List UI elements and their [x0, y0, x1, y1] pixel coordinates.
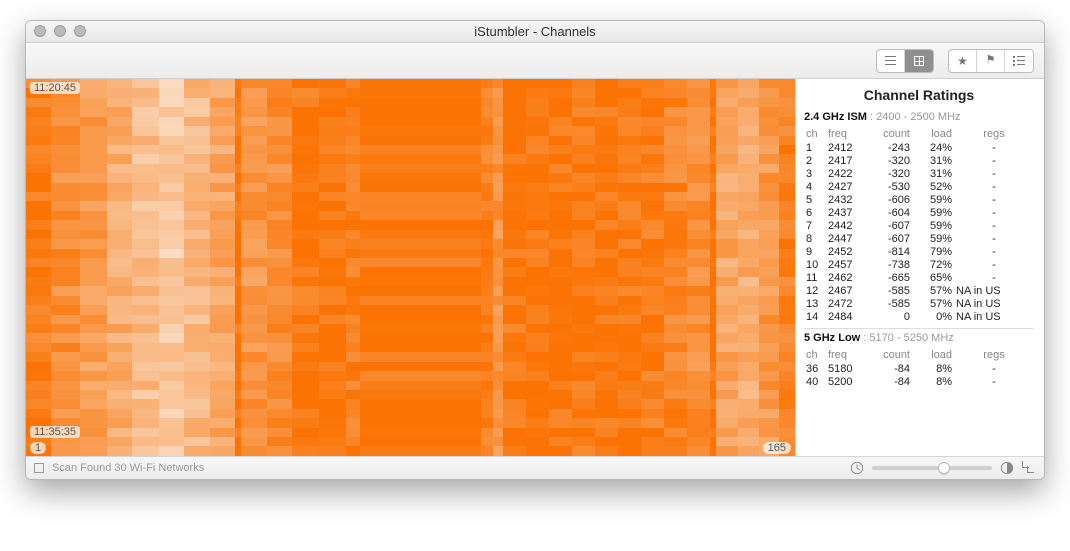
- band-name: 2.4 GHz ISM: [804, 111, 867, 123]
- heatmap-time-end: 11:35:35: [30, 426, 80, 438]
- table-row[interactable]: 82447-60759%-: [804, 232, 1034, 245]
- flag-filter-button[interactable]: ⚑: [977, 50, 1005, 72]
- table-row[interactable]: 14248400%NA in US: [804, 310, 1034, 323]
- sidebar-title: Channel Ratings: [804, 87, 1034, 103]
- col-count: count: [866, 127, 912, 141]
- table-row[interactable]: 32422-32031%-: [804, 167, 1034, 180]
- col-freq: freq: [826, 348, 866, 362]
- channel-table: chfreqcountloadregs365180-848%-405200-84…: [804, 348, 1034, 388]
- col-freq: freq: [826, 127, 866, 141]
- star-filter-button[interactable]: ★: [949, 50, 977, 72]
- table-row[interactable]: 72442-60759%-: [804, 219, 1034, 232]
- col-ch: ch: [804, 127, 826, 141]
- statusbar: Scan Found 30 Wi-Fi Networks: [26, 457, 1044, 479]
- band-range: : 2400 - 2500 MHz: [867, 111, 961, 123]
- slider-thumb[interactable]: [938, 462, 950, 474]
- channel-ratings-sidebar[interactable]: Channel Ratings 2.4 GHz ISM : 2400 - 250…: [796, 79, 1044, 456]
- zoom-window-button[interactable]: [74, 25, 86, 37]
- flag-icon: ⚑: [986, 55, 996, 66]
- list-icon: [885, 56, 896, 65]
- heatmap-time-start: 11:20:45: [30, 82, 80, 94]
- resize-handle-icon[interactable]: [1022, 461, 1036, 475]
- channel-table: chfreqcountloadregs12412-24324%-22417-32…: [804, 127, 1034, 323]
- col-regs: regs: [954, 127, 1034, 141]
- heatmap-channel-left: 1: [30, 442, 46, 454]
- grid-icon: [914, 56, 924, 66]
- col-load: load: [912, 127, 954, 141]
- band-header: 2.4 GHz ISM : 2400 - 2500 MHz: [804, 111, 1034, 123]
- table-row[interactable]: 122467-58557%NA in US: [804, 284, 1034, 297]
- toolbar: ★ ⚑: [26, 43, 1044, 79]
- clock-icon: [850, 461, 864, 475]
- close-window-button[interactable]: [34, 25, 46, 37]
- table-row[interactable]: 62437-60459%-: [804, 206, 1034, 219]
- grid-view-button[interactable]: [905, 50, 933, 72]
- window-controls: [34, 25, 86, 37]
- status-indicator-icon: [34, 463, 44, 473]
- view-mode-seg: [876, 49, 934, 73]
- table-row[interactable]: 102457-73872%-: [804, 258, 1034, 271]
- status-text: Scan Found 30 Wi-Fi Networks: [52, 462, 204, 474]
- band-name: 5 GHz Low: [804, 332, 860, 344]
- bulletlist-view-button[interactable]: [1005, 50, 1033, 72]
- app-window: iStumbler - Channels ★ ⚑ 11:20:45 11:35:…: [25, 20, 1045, 480]
- col-count: count: [866, 348, 912, 362]
- refresh-interval-slider[interactable]: [872, 466, 992, 470]
- col-load: load: [912, 348, 954, 362]
- table-row[interactable]: 52432-60659%-: [804, 193, 1034, 206]
- band-range: : 5170 - 5250 MHz: [860, 332, 954, 344]
- bulletlist-icon: [1013, 56, 1025, 65]
- col-regs: regs: [954, 348, 1034, 362]
- table-row[interactable]: 12412-24324%-: [804, 141, 1034, 154]
- minimize-window-button[interactable]: [54, 25, 66, 37]
- table-row[interactable]: 92452-81479%-: [804, 245, 1034, 258]
- contrast-icon: [1000, 461, 1014, 475]
- filter-seg: ★ ⚑: [948, 49, 1034, 73]
- table-row[interactable]: 405200-848%-: [804, 375, 1034, 388]
- star-icon: ★: [957, 55, 968, 67]
- table-row[interactable]: 365180-848%-: [804, 362, 1034, 375]
- window-title: iStumbler - Channels: [474, 24, 595, 39]
- table-row[interactable]: 22417-32031%-: [804, 154, 1034, 167]
- titlebar: iStumbler - Channels: [26, 21, 1044, 43]
- heatmap-channel-right: 165: [763, 442, 791, 454]
- content: 11:20:45 11:35:35 1 165 Channel Ratings …: [26, 79, 1044, 457]
- band-header: 5 GHz Low : 5170 - 5250 MHz: [804, 332, 1034, 344]
- list-view-button[interactable]: [877, 50, 905, 72]
- col-ch: ch: [804, 348, 826, 362]
- table-row[interactable]: 132472-58557%NA in US: [804, 297, 1034, 310]
- table-row[interactable]: 112462-66565%-: [804, 271, 1034, 284]
- channel-heatmap[interactable]: 11:20:45 11:35:35 1 165: [26, 79, 796, 456]
- table-row[interactable]: 42427-53052%-: [804, 180, 1034, 193]
